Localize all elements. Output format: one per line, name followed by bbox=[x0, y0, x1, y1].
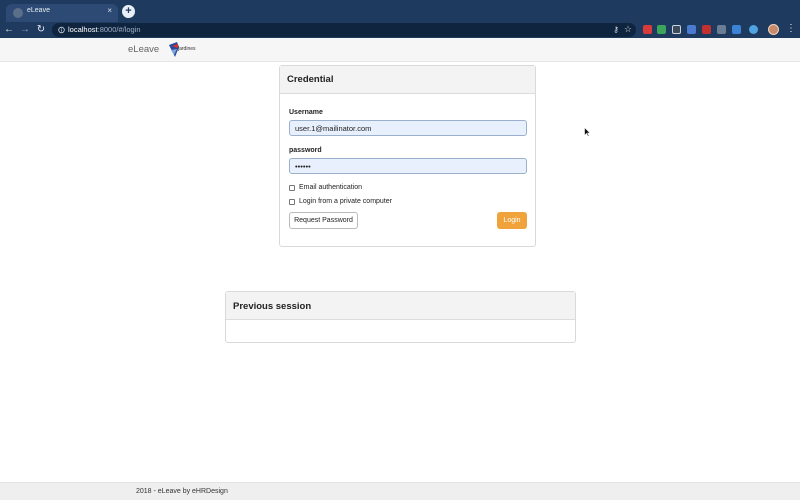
footer-text: 2018 - eLeave by eHRDesign bbox=[136, 488, 228, 495]
email-authentication-label: Email authentication bbox=[299, 184, 363, 191]
browser-tab-bar: eLeave × + bbox=[0, 0, 800, 22]
reload-icon[interactable]: ↻ bbox=[35, 23, 47, 37]
private-computer-label: Login from a private computer bbox=[299, 198, 392, 205]
tab-title: eLeave bbox=[27, 7, 50, 14]
tab-favicon-icon bbox=[13, 8, 23, 18]
shield-icon[interactable] bbox=[749, 25, 758, 34]
footer: 2018 - eLeave by eHRDesign bbox=[0, 482, 800, 500]
extension-icon[interactable] bbox=[672, 25, 681, 34]
url-host: localhost bbox=[68, 25, 98, 34]
browser-menu-icon[interactable]: ⋮ bbox=[786, 23, 796, 34]
credential-panel: Credential Username password Email authe… bbox=[279, 65, 536, 247]
email-authentication-option[interactable]: Email authentication bbox=[289, 184, 362, 191]
brand-name[interactable]: eLeave bbox=[128, 44, 159, 55]
email-authentication-checkbox[interactable] bbox=[289, 184, 295, 191]
extension-icon[interactable] bbox=[702, 25, 711, 34]
extension-icon[interactable] bbox=[657, 25, 666, 34]
browser-tab[interactable]: eLeave × bbox=[6, 4, 118, 22]
request-password-button[interactable]: Request Password bbox=[289, 212, 358, 229]
extension-icon[interactable] bbox=[717, 25, 726, 34]
login-button[interactable]: Login bbox=[497, 212, 527, 229]
bookmark-star-icon[interactable]: ☆ bbox=[624, 24, 632, 35]
info-icon[interactable] bbox=[58, 26, 65, 34]
password-label: password bbox=[289, 147, 322, 154]
username-label: Username bbox=[289, 109, 323, 116]
url-path: :8000/#/login bbox=[97, 25, 141, 34]
back-icon[interactable]: ← bbox=[3, 23, 15, 37]
new-tab-button[interactable]: + bbox=[122, 5, 135, 18]
app-header: eLeave jardines bbox=[0, 38, 800, 62]
previous-session-title: Previous session bbox=[226, 292, 575, 320]
credential-title: Credential bbox=[280, 66, 535, 94]
url-text: localhost:8000/#/login bbox=[68, 25, 141, 34]
mouse-cursor-icon bbox=[584, 127, 591, 137]
extension-icon[interactable] bbox=[687, 25, 696, 34]
previous-session-panel: Previous session bbox=[225, 291, 576, 343]
tab-close-icon[interactable]: × bbox=[107, 6, 112, 15]
key-icon[interactable]: ⚷ bbox=[613, 25, 619, 34]
forward-icon[interactable]: → bbox=[19, 23, 31, 37]
logo-text: jardines bbox=[178, 46, 196, 52]
password-field[interactable] bbox=[289, 158, 527, 174]
extension-icon[interactable] bbox=[732, 25, 741, 34]
username-field[interactable] bbox=[289, 120, 527, 136]
browser-toolbar: ← → ↻ localhost:8000/#/login ⚷ ☆ ⋮ bbox=[0, 22, 800, 38]
avatar[interactable] bbox=[768, 24, 779, 35]
private-computer-checkbox[interactable] bbox=[289, 198, 295, 205]
address-bar[interactable]: localhost:8000/#/login ⚷ ☆ bbox=[52, 23, 636, 37]
private-computer-option[interactable]: Login from a private computer bbox=[289, 198, 392, 205]
extension-icon[interactable] bbox=[643, 25, 652, 34]
